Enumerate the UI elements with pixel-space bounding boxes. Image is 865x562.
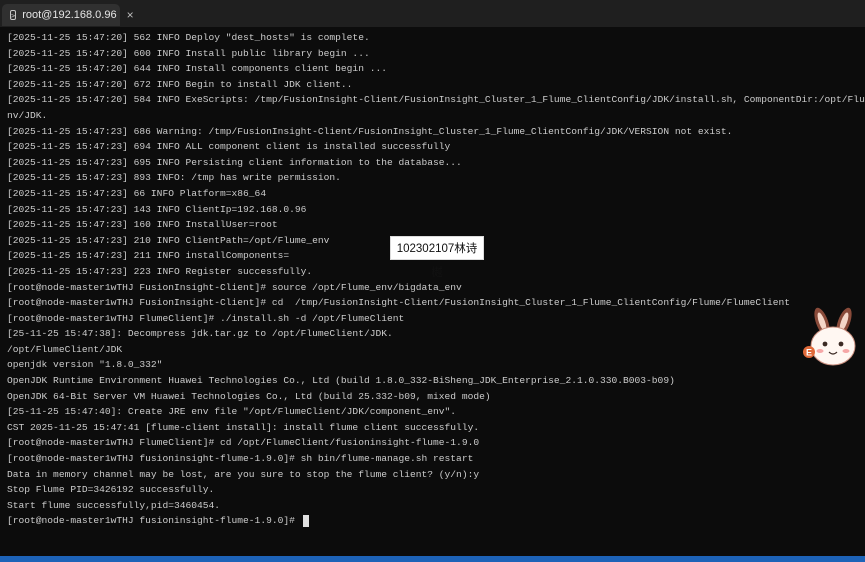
terminal-line: [2025-11-25 15:47:23] 160 INFO InstallUs… — [7, 219, 278, 231]
tab-bar: > root@192.168.0.96 × — [0, 0, 865, 27]
terminal-line: Start flume successfully,pid=3460454. — [7, 499, 221, 511]
terminal-line: [25-11-25 15:47:38]: Decompress jdk.tar.… — [7, 328, 393, 340]
terminal-line: [25-11-25 15:47:40]: Create JRE env file… — [7, 406, 457, 418]
terminal-line: [root@node-master1wTHJ fusioninsight-flu… — [7, 453, 474, 465]
terminal-line: [2025-11-25 15:47:23] 143 INFO ClientIp=… — [7, 203, 307, 215]
terminal-line: Data in memory channel may be lost, are … — [7, 468, 480, 480]
terminal-line: Stop Flume PID=3426192 successfully. — [7, 484, 215, 496]
terminal-line: [2025-11-25 15:47:20] 644 INFO Install c… — [7, 63, 387, 75]
close-icon[interactable]: × — [127, 9, 134, 21]
terminal-line: [root@node-master1wTHJ FlumeClient]# cd … — [7, 437, 480, 449]
terminal-line: [2025-11-25 15:47:20] 672 INFO Begin to … — [7, 78, 353, 90]
shell-prompt: [root@node-master1wTHJ fusioninsight-flu… — [7, 515, 301, 527]
bunny-sticker-icon: E — [803, 307, 856, 366]
watermark-label: 102302107林诗樾 — [390, 236, 484, 279]
terminal-line: nv/JDK. — [7, 109, 48, 121]
terminal-line: [2025-11-25 15:47:23] 686 Warning: /tmp/… — [7, 125, 733, 137]
terminal-line: [2025-11-25 15:47:23] 66 INFO Platform=x… — [7, 187, 267, 199]
terminal-line: [2025-11-25 15:47:20] 562 INFO Deploy "d… — [7, 32, 370, 43]
terminal-line: [2025-11-25 15:47:20] 600 INFO Install p… — [7, 47, 370, 59]
terminal-line: [2025-11-25 15:47:20] 584 INFO ExeScript… — [7, 94, 865, 106]
terminal-prompt-line[interactable]: [root@node-master1wTHJ fusioninsight-flu… — [7, 513, 865, 529]
terminal-window: > root@192.168.0.96 × [2025-11-25 15:47:… — [0, 0, 865, 562]
terminal-line: [2025-11-25 15:47:23] 695 INFO Persistin… — [7, 156, 462, 168]
terminal-line: [2025-11-25 15:47:23] 694 INFO ALL compo… — [7, 141, 451, 153]
sticker-letter: E — [806, 348, 812, 358]
text-cursor — [302, 514, 309, 527]
terminal-line: [2025-11-25 15:47:23] 893 INFO: /tmp has… — [7, 172, 341, 184]
terminal-line: [root@node-master1wTHJ FusionInsight-Cli… — [7, 297, 790, 309]
terminal-line: openjdk version "1.8.0_332" — [7, 359, 163, 371]
terminal-output[interactable]: [2025-11-25 15:47:20] 562 INFO Deploy "d… — [0, 27, 865, 556]
terminal-line: /opt/FlumeClient/JDK — [7, 343, 123, 355]
terminal-line: OpenJDK Runtime Environment Huawei Techn… — [7, 375, 675, 387]
terminal-line: CST 2025-11-25 15:47:41 [flume-client in… — [7, 421, 480, 433]
tab-title: root@192.168.0.96 — [22, 9, 117, 21]
tab-ssh-session[interactable]: > root@192.168.0.96 × — [2, 4, 134, 26]
status-bar — [0, 556, 865, 562]
terminal-icon: > — [10, 10, 17, 20]
terminal-line: OpenJDK 64-Bit Server VM Huawei Technolo… — [7, 390, 491, 402]
terminal-line: [root@node-master1wTHJ FlumeClient]# ./i… — [7, 312, 405, 324]
